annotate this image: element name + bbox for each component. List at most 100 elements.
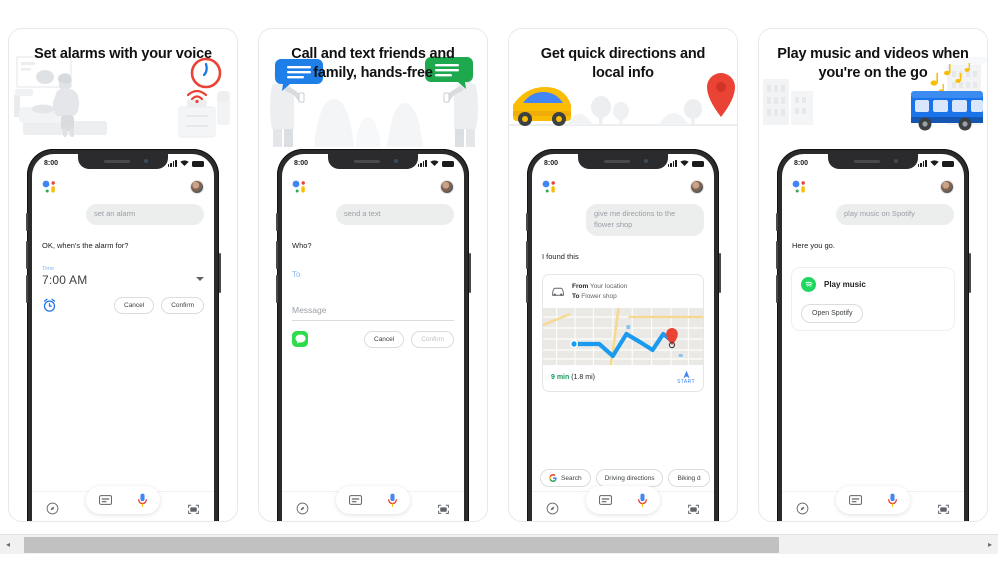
explore-icon[interactable] — [46, 502, 59, 515]
user-message-bubble: give me directions to the flower shop — [586, 204, 704, 236]
front-camera-icon — [394, 159, 398, 163]
scrollbar-thumb[interactable] — [24, 536, 779, 553]
lens-icon[interactable] — [687, 503, 700, 515]
signal-bars-icon — [417, 159, 427, 167]
assistant-input-bar[interactable] — [336, 486, 410, 514]
google-g-icon — [549, 474, 557, 482]
directions-to-row: To Flower shop — [572, 292, 627, 302]
start-label: START — [677, 379, 695, 386]
keyboard-icon[interactable] — [598, 495, 612, 505]
directions-from-row: From Your location — [572, 282, 627, 292]
phone-volume-up-button — [525, 241, 528, 269]
navigation-arrow-icon — [682, 370, 690, 379]
route-map[interactable] — [543, 308, 703, 366]
assistant-reply: OK, when's the alarm for? — [42, 236, 135, 254]
avatar[interactable] — [690, 180, 704, 194]
feature-card-music-videos[interactable]: Play music and videos when you're on the… — [758, 28, 988, 522]
assistant-bottom-nav[interactable] — [282, 486, 464, 521]
microphone-icon[interactable] — [387, 493, 398, 508]
spotify-icon — [801, 276, 816, 292]
cancel-button[interactable]: Cancel — [364, 330, 405, 348]
front-camera-icon — [144, 159, 148, 163]
phone-mute-button — [25, 213, 28, 231]
status-time: 8:00 — [44, 159, 59, 167]
assistant-bottom-nav[interactable] — [532, 486, 714, 521]
message-input[interactable]: Message — [292, 305, 454, 321]
feature-card-calls-texts[interactable]: Call and text friends and family, hands-… — [258, 28, 488, 522]
chip-search[interactable]: Search — [540, 469, 591, 487]
microphone-icon[interactable] — [887, 493, 898, 508]
card-headline: Play music and videos when you're on the… — [777, 46, 969, 81]
scroll-right-arrow[interactable]: ▸ — [982, 540, 998, 549]
avatar[interactable] — [940, 180, 954, 194]
cancel-button[interactable]: Cancel — [114, 296, 155, 314]
assistant-bottom-nav[interactable] — [782, 486, 964, 521]
microphone-icon[interactable] — [137, 493, 148, 508]
google-assistant-dots-icon[interactable] — [42, 180, 58, 194]
status-time: 8:00 — [794, 159, 809, 167]
lens-icon[interactable] — [187, 503, 200, 515]
chip-driving-directions[interactable]: Driving directions — [595, 469, 664, 487]
feature-carousel[interactable]: Set alarms with your voice 8:00 set an a… — [0, 28, 998, 530]
phone-volume-down-button — [25, 275, 28, 303]
chevron-down-icon[interactable] — [196, 277, 204, 282]
phone-notch — [828, 154, 918, 169]
assistant-input-bar[interactable] — [86, 486, 160, 514]
explore-icon[interactable] — [796, 502, 809, 515]
assistant-input-bar[interactable] — [586, 486, 660, 514]
confirm-button[interactable]: Confirm — [161, 296, 204, 314]
wifi-icon — [930, 159, 939, 166]
open-spotify-button[interactable]: Open Spotify — [801, 303, 864, 323]
lens-icon[interactable] — [937, 503, 950, 515]
google-assistant-dots-icon[interactable] — [292, 180, 308, 194]
time-field-value[interactable]: 7:00 AM — [42, 273, 87, 287]
assistant-input-bar[interactable] — [836, 486, 910, 514]
phone-volume-up-button — [775, 241, 778, 269]
scroll-left-arrow[interactable]: ◂ — [0, 540, 16, 549]
scrollbar-track[interactable] — [16, 535, 982, 555]
assistant-conversation: send a text Who? To Message Cancel Confi… — [282, 170, 464, 348]
keyboard-icon[interactable] — [848, 495, 862, 505]
wifi-icon — [430, 159, 439, 166]
explore-icon[interactable] — [546, 502, 559, 515]
phone-screen: 8:00 — [782, 154, 964, 521]
keyboard-icon[interactable] — [98, 495, 112, 505]
google-assistant-dots-icon[interactable] — [542, 180, 558, 194]
phone-volume-down-button — [525, 275, 528, 303]
messages-app-icon — [292, 331, 308, 348]
battery-icon — [442, 160, 454, 167]
earpiece-speaker-icon — [604, 160, 630, 163]
keyboard-icon[interactable] — [348, 495, 362, 505]
earpiece-speaker-icon — [354, 160, 380, 163]
google-assistant-dots-icon[interactable] — [792, 180, 808, 194]
user-message-bubble: play music on Spotify — [836, 204, 954, 225]
suggestion-chips[interactable]: Search Driving directions Biking d — [532, 469, 714, 487]
card-headline: Get quick directions and local info — [540, 46, 706, 81]
horizontal-scrollbar[interactable]: ◂ ▸ — [0, 534, 998, 554]
chip-label: Driving directions — [604, 474, 655, 482]
spotify-result-card[interactable]: Play music Open Spotify — [792, 267, 954, 330]
phone-mockup: 8:00 — [25, 149, 221, 521]
avatar[interactable] — [440, 180, 454, 194]
phone-power-button — [468, 253, 471, 293]
battery-icon — [692, 160, 704, 167]
feature-card-directions[interactable]: Get quick directions and local info 8:00 — [508, 28, 738, 522]
explore-icon[interactable] — [296, 502, 309, 515]
confirm-button: Confirm — [411, 330, 454, 348]
phone-notch — [328, 154, 418, 169]
directions-card[interactable]: From Your location To Flower shop 9 min … — [542, 273, 704, 393]
lens-icon[interactable] — [437, 503, 450, 515]
phone-mockup: 8:00 — [275, 149, 471, 521]
microphone-icon[interactable] — [637, 493, 648, 508]
start-navigation-button[interactable]: START — [677, 370, 695, 385]
avatar[interactable] — [190, 180, 204, 194]
status-time: 8:00 — [544, 159, 559, 167]
phone-screen: 8:00 — [282, 154, 464, 521]
phone-mute-button — [525, 213, 528, 231]
to-label: To — [572, 292, 580, 300]
chip-biking-directions[interactable]: Biking d — [668, 469, 710, 487]
to-field-label[interactable]: To — [292, 270, 454, 279]
assistant-bottom-nav[interactable] — [32, 486, 214, 521]
signal-bars-icon — [167, 159, 177, 167]
feature-card-alarms[interactable]: Set alarms with your voice 8:00 set an a… — [8, 28, 238, 522]
